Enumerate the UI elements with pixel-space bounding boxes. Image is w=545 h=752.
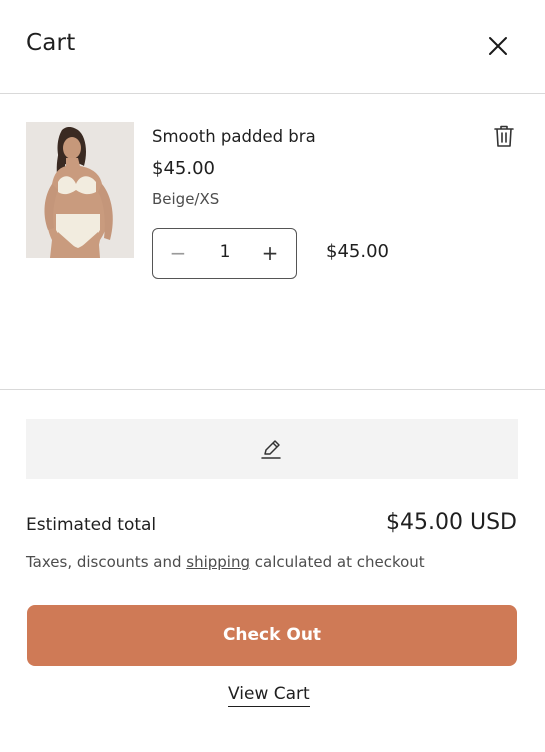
taxes-prefix: Taxes, discounts and	[26, 553, 187, 571]
estimated-total-value: $45.00 USD	[386, 510, 517, 535]
checkout-button[interactable]: Check Out	[27, 605, 517, 666]
product-name[interactable]: Smooth padded bra	[152, 127, 316, 146]
cart-line-item: Smooth padded bra $45.00 Beige/XS − 1 + …	[26, 122, 520, 282]
pencil-icon	[259, 437, 283, 461]
taxes-suffix: calculated at checkout	[250, 553, 425, 571]
increase-quantity-button[interactable]: +	[259, 241, 281, 265]
quantity-input[interactable]: 1	[203, 242, 247, 262]
taxes-note: Taxes, discounts and shipping calculated…	[26, 553, 425, 571]
product-price: $45.00	[152, 158, 215, 179]
estimated-total-label: Estimated total	[26, 515, 157, 535]
product-variant: Beige/XS	[152, 190, 220, 208]
trash-icon[interactable]	[493, 124, 515, 148]
close-icon[interactable]	[486, 34, 510, 58]
cart-title: Cart	[26, 30, 76, 56]
divider	[0, 389, 545, 390]
quantity-stepper: − 1 +	[152, 228, 297, 279]
shipping-link[interactable]: shipping	[186, 553, 250, 571]
line-total: $45.00	[326, 241, 389, 262]
decrease-quantity-button[interactable]: −	[167, 241, 189, 265]
cart-header: Cart	[0, 0, 545, 94]
order-note-button[interactable]	[26, 419, 518, 479]
product-image[interactable]	[26, 122, 134, 258]
view-cart-link[interactable]: View Cart	[228, 684, 310, 707]
